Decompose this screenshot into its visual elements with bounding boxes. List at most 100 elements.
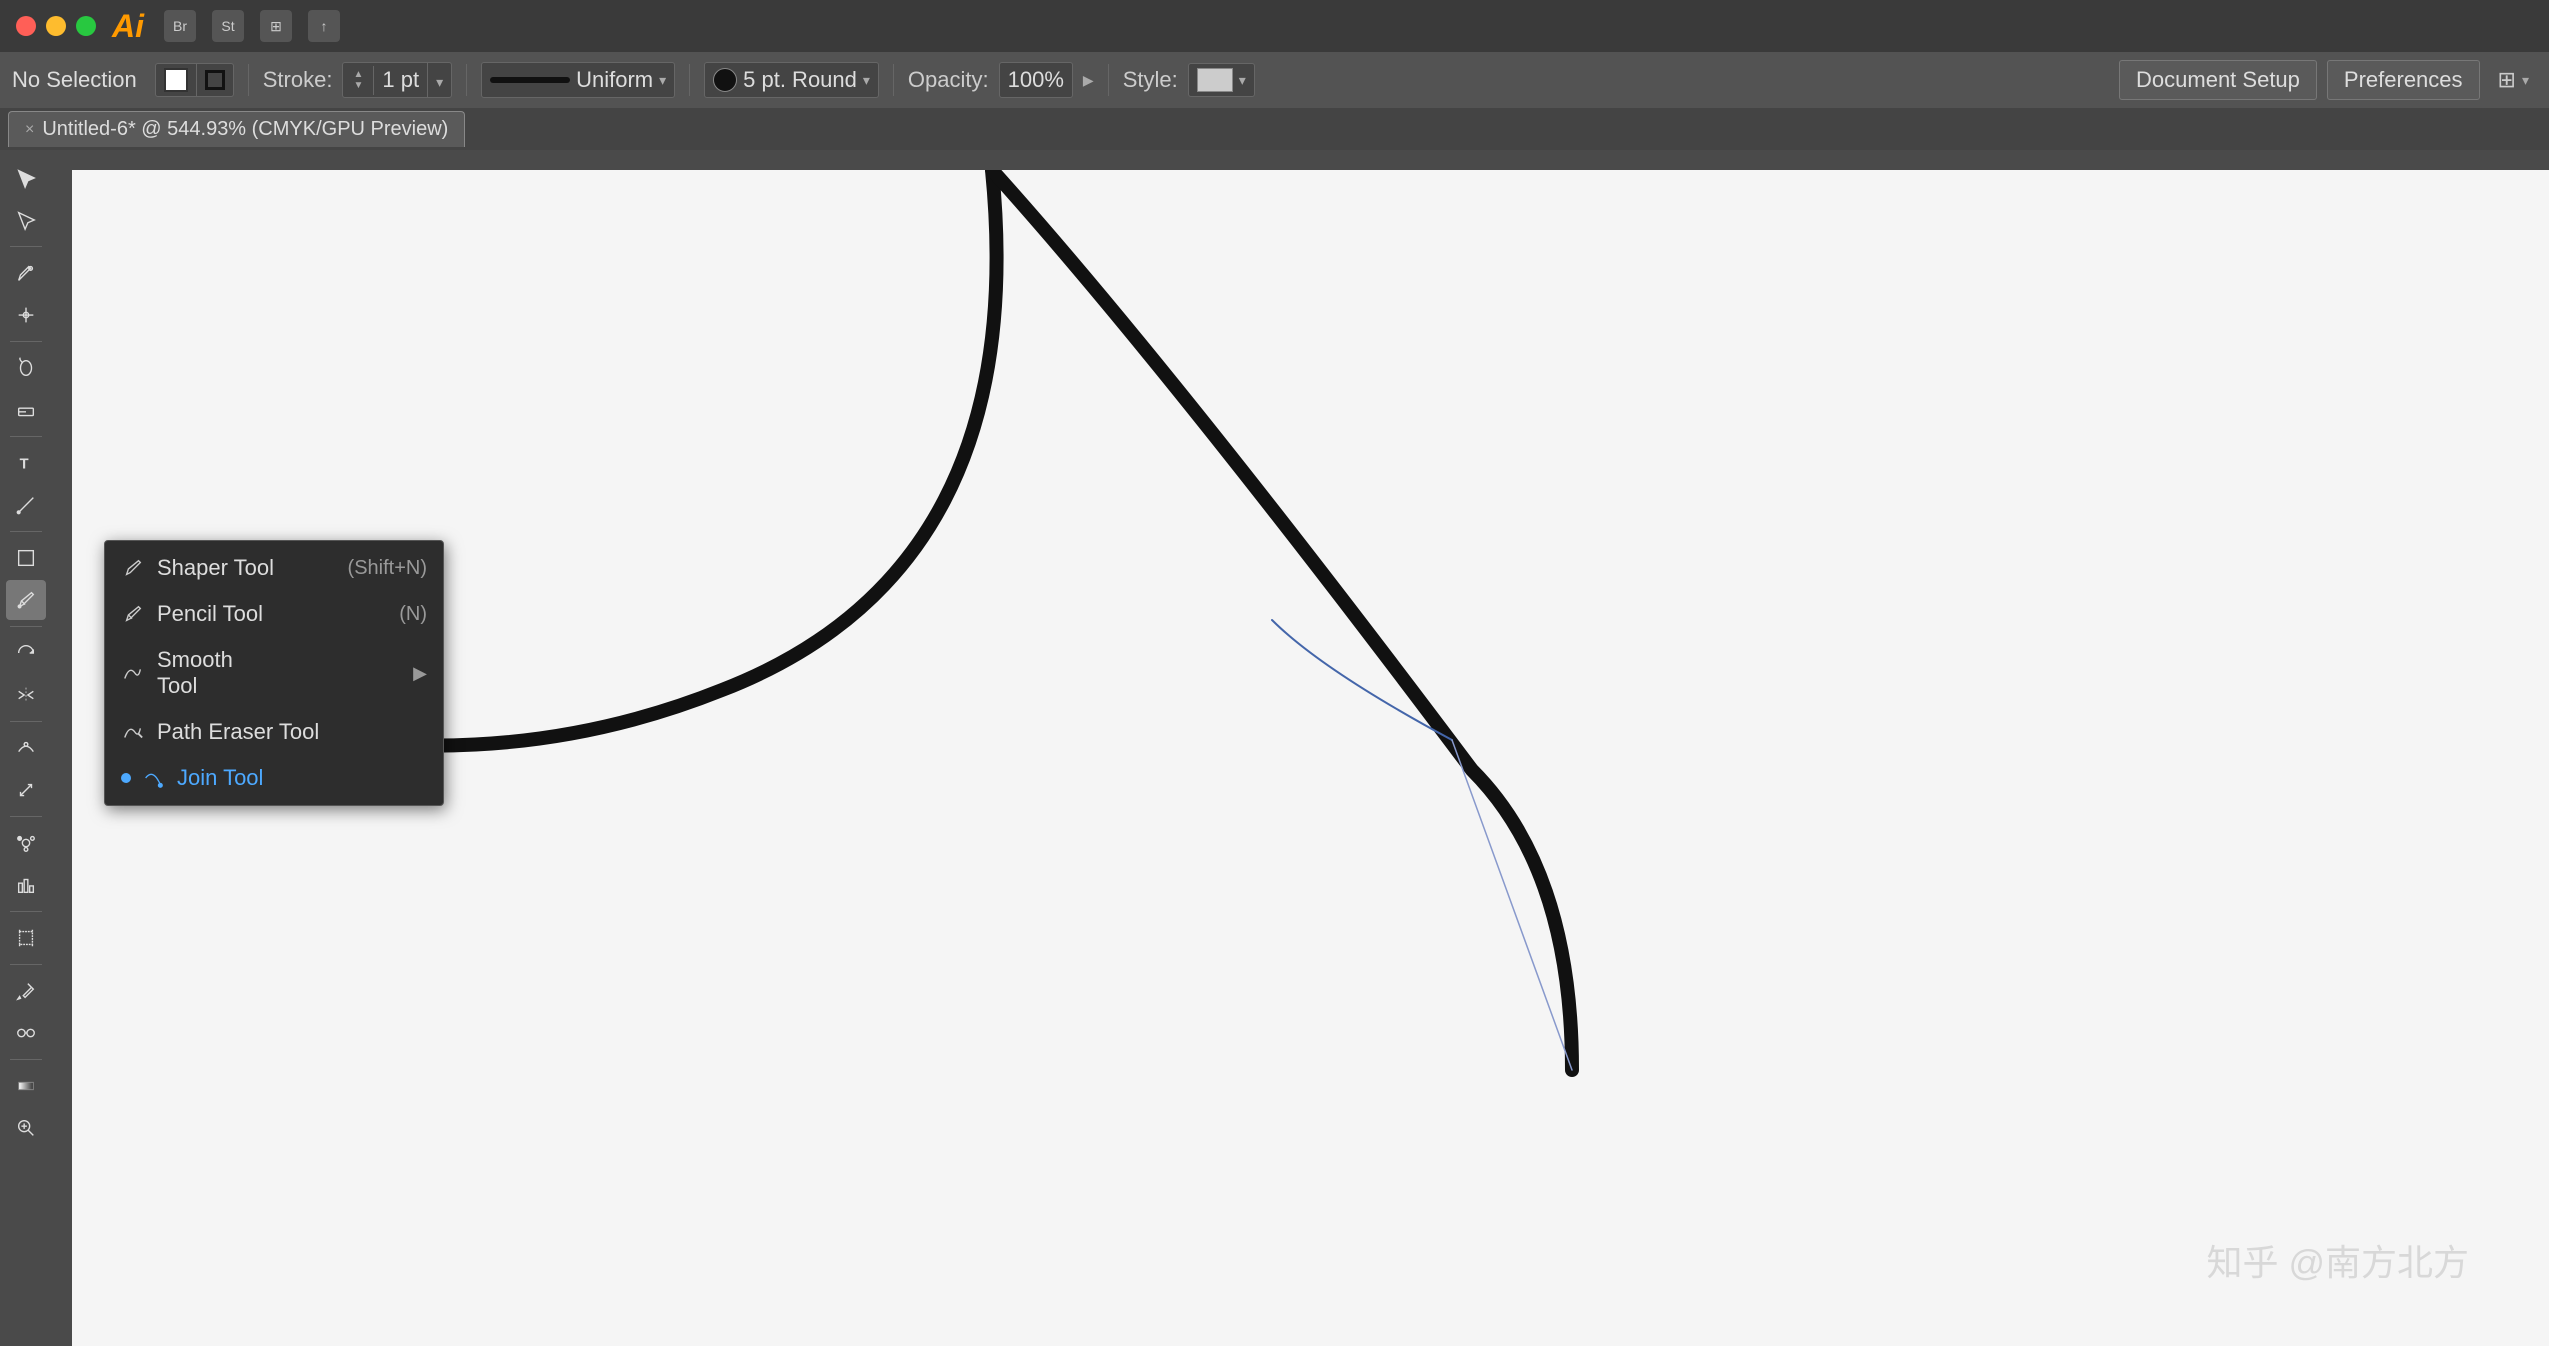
traffic-lights xyxy=(16,16,96,36)
line-tool-btn[interactable] xyxy=(6,485,46,525)
style-chevron: ▾ xyxy=(1239,72,1246,89)
shaper-label: Shaper Tool xyxy=(157,555,336,581)
stroke-label: Stroke: xyxy=(263,67,333,93)
sep5 xyxy=(1108,64,1109,96)
maximize-button[interactable] xyxy=(76,16,96,36)
eraser-tool-btn[interactable] xyxy=(6,390,46,430)
style-select[interactable]: ▾ xyxy=(1188,63,1255,97)
brush-size-chevron: ▾ xyxy=(863,72,870,89)
symbol-tool-btn[interactable] xyxy=(6,823,46,863)
rotate-tool-btn[interactable] xyxy=(6,633,46,673)
document-tab[interactable]: × Untitled-6* @ 544.93% (CMYK/GPU Previe… xyxy=(8,111,465,147)
smooth-label: Smooth Tool xyxy=(157,647,273,699)
stroke-type-select[interactable]: Uniform ▾ xyxy=(481,62,675,98)
type-tool-btn[interactable]: T xyxy=(6,443,46,483)
tool-sep7 xyxy=(10,816,42,817)
left-toolbar: T xyxy=(0,150,52,1346)
brush-size-label: 5 pt. Round xyxy=(743,67,857,93)
no-selection-label: No Selection xyxy=(12,67,137,93)
eyedropper-tool-btn[interactable] xyxy=(6,971,46,1011)
fill-swatch[interactable] xyxy=(156,64,197,96)
tool-sep3 xyxy=(10,436,42,437)
tool-sep8 xyxy=(10,911,42,912)
shaper-icon xyxy=(121,556,145,580)
toolbar: No Selection Stroke: ▲ ▼ 1 pt ▾ Uniform … xyxy=(0,52,2549,108)
menu-item-smooth[interactable]: Smooth Tool ▶ xyxy=(105,637,443,709)
brush-dot xyxy=(713,68,737,92)
smooth-arrow: ▶ xyxy=(413,663,427,684)
main-area: T xyxy=(0,150,2549,1346)
blend-tool-btn[interactable] xyxy=(6,1013,46,1053)
direct-selection-tool-btn[interactable] xyxy=(6,200,46,240)
selection-tool-btn[interactable] xyxy=(6,158,46,198)
svg-text:T: T xyxy=(20,457,29,473)
shape-tool-btn[interactable] xyxy=(6,538,46,578)
horizontal-ruler xyxy=(52,150,2549,170)
canvas-area[interactable]: 知乎 @南方北方 Shaper Tool (Shift+N) xyxy=(52,150,2549,1346)
opacity-value[interactable]: 100% xyxy=(999,62,1073,98)
shaper-shortcut: (Shift+N) xyxy=(348,557,427,580)
join-active-dot xyxy=(121,773,131,783)
tool-sep6 xyxy=(10,721,42,722)
style-label: Style: xyxy=(1123,67,1178,93)
workspace-icon[interactable]: ⊞ xyxy=(260,10,292,42)
menu-item-shaper[interactable]: Shaper Tool (Shift+N) xyxy=(105,545,443,591)
style-swatch-preview xyxy=(1197,68,1233,92)
pencil-shortcut: (N) xyxy=(399,603,427,626)
scale-tool-btn[interactable] xyxy=(6,770,46,810)
tool-sep5 xyxy=(10,626,42,627)
warp-tool-btn[interactable] xyxy=(6,728,46,768)
smooth-icon xyxy=(121,661,145,685)
tool-sep10 xyxy=(10,1059,42,1060)
stroke-preview xyxy=(490,77,570,83)
tool-sep4 xyxy=(10,531,42,532)
arrange-icons[interactable]: ⊞ ▾ xyxy=(2490,63,2537,97)
vertical-ruler xyxy=(52,150,72,1346)
share-icon[interactable]: ↑ xyxy=(308,10,340,42)
tool-sep1 xyxy=(10,246,42,247)
stroke-type-label: Uniform xyxy=(576,67,653,93)
stock-icon[interactable]: St xyxy=(212,10,244,42)
tab-close-button[interactable]: × xyxy=(25,121,34,139)
menu-item-path-eraser[interactable]: Path Eraser Tool xyxy=(105,709,443,755)
watermark: 知乎 @南方北方 xyxy=(2206,1234,2469,1286)
gradient-tool-btn[interactable] xyxy=(6,1066,46,1106)
bridge-icon[interactable]: Br xyxy=(164,10,196,42)
opacity-arrow[interactable]: ▶ xyxy=(1083,72,1094,89)
path-eraser-icon xyxy=(121,720,145,744)
reflect-tool-btn[interactable] xyxy=(6,675,46,715)
zoom-tool-btn[interactable] xyxy=(6,1108,46,1148)
pen-tool-btn[interactable] xyxy=(6,253,46,293)
preferences-button[interactable]: Preferences xyxy=(2327,60,2480,100)
fill-stroke-group[interactable] xyxy=(155,63,234,97)
close-button[interactable] xyxy=(16,16,36,36)
pencil-tool-btn[interactable] xyxy=(6,580,46,620)
blob-brush-btn[interactable] xyxy=(6,348,46,388)
document-setup-button[interactable]: Document Setup xyxy=(2119,60,2317,100)
minimize-button[interactable] xyxy=(46,16,66,36)
path-eraser-label: Path Eraser Tool xyxy=(157,719,427,745)
graph-tool-btn[interactable] xyxy=(6,865,46,905)
tab-title: Untitled-6* @ 544.93% (CMYK/GPU Preview) xyxy=(42,118,448,141)
stroke-type-chevron: ▾ xyxy=(659,72,666,89)
pencil-label: Pencil Tool xyxy=(157,601,387,627)
menu-item-pencil[interactable]: Pencil Tool (N) xyxy=(105,591,443,637)
opacity-label: Opacity: xyxy=(908,67,989,93)
brush-size-select[interactable]: 5 pt. Round ▾ xyxy=(704,62,879,98)
context-menu: Shaper Tool (Shift+N) Pencil Tool (N) xyxy=(104,540,444,806)
artboard-tool-btn[interactable] xyxy=(6,918,46,958)
menu-item-join[interactable]: Join Tool xyxy=(105,755,443,801)
app-logo: Ai xyxy=(112,8,144,45)
stroke-swatch-mini[interactable] xyxy=(197,66,233,94)
tool-sep9 xyxy=(10,964,42,965)
tabbar: × Untitled-6* @ 544.93% (CMYK/GPU Previe… xyxy=(0,108,2549,150)
anchor-tool-btn[interactable] xyxy=(6,295,46,335)
titlebar-icons: Br St ⊞ ↑ xyxy=(164,10,340,42)
tool-sep2 xyxy=(10,341,42,342)
stroke-unit-arrow[interactable]: ▾ xyxy=(428,63,451,97)
sep1 xyxy=(248,64,249,96)
stroke-value[interactable]: 1 pt xyxy=(374,63,428,97)
stroke-arrows[interactable]: ▲ ▼ xyxy=(343,66,374,95)
stroke-value-group[interactable]: ▲ ▼ 1 pt ▾ xyxy=(342,62,452,98)
join-icon xyxy=(141,766,165,790)
